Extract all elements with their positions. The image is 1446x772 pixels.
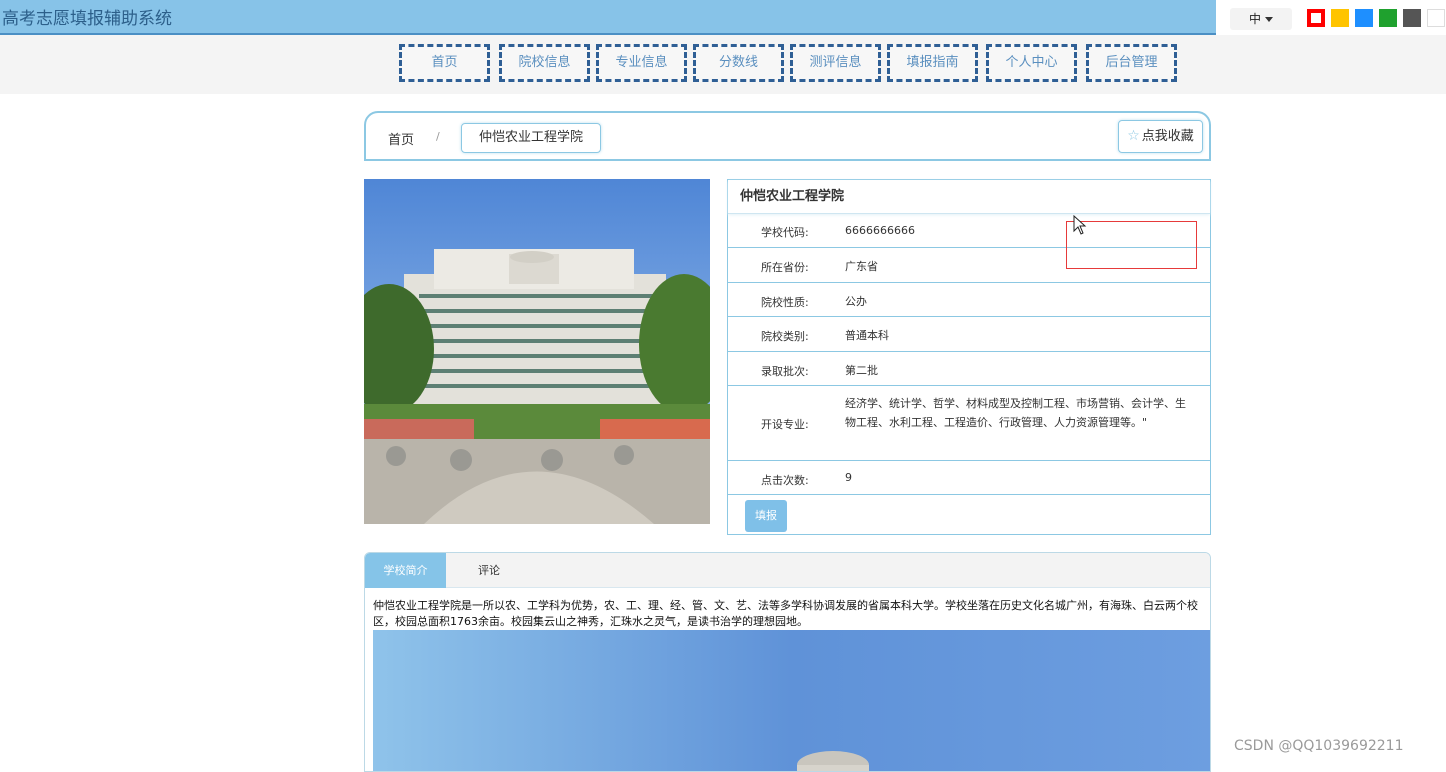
- info-row-batch: 录取批次: 第二批: [728, 352, 1210, 386]
- introduction-photo: [373, 630, 1210, 771]
- school-photo: [364, 179, 710, 524]
- star-icon: ☆: [1127, 128, 1140, 144]
- nav-guide[interactable]: 填报指南: [887, 44, 978, 82]
- info-value: 公办: [845, 295, 867, 308]
- breadcrumb-current: 仲恺农业工程学院: [461, 123, 601, 153]
- nav-admin[interactable]: 后台管理: [1086, 44, 1177, 82]
- header-tools: 中: [1216, 0, 1446, 35]
- info-label: 点击次数:: [761, 474, 809, 487]
- info-row-majors: 开设专业: 经济学、统计学、哲学、材料成型及控制工程、市场营销、会计学、生物工程…: [728, 386, 1210, 461]
- favorite-label: 点我收藏: [1141, 129, 1194, 144]
- main-nav: 首页 院校信息 专业信息 分数线 测评信息 填报指南 个人中心 后台管理: [0, 35, 1446, 94]
- app-header: 高考志愿填报辅助系统: [0, 0, 1216, 35]
- chevron-down-icon: [1265, 17, 1273, 22]
- breadcrumb-separator: /: [436, 130, 440, 143]
- info-label: 院校类别:: [761, 330, 809, 343]
- app-title: 高考志愿填报辅助系统: [2, 9, 172, 29]
- nav-assessment[interactable]: 测评信息: [790, 44, 881, 82]
- nav-score-lines[interactable]: 分数线: [693, 44, 784, 82]
- language-select[interactable]: 中: [1230, 8, 1292, 30]
- school-introduction: 仲恺农业工程学院是一所以农、工学科为优势，农、工、理、经、管、文、艺、法等多学科…: [373, 599, 1198, 628]
- info-row-category: 院校类别: 普通本科: [728, 317, 1210, 352]
- tab-introduction[interactable]: 学校简介: [365, 553, 446, 588]
- info-label: 开设专业:: [761, 418, 809, 431]
- language-label: 中: [1248, 12, 1261, 26]
- info-value: 广东省: [845, 260, 878, 273]
- info-label: 学校代码:: [761, 226, 809, 239]
- theme-swatch-yellow[interactable]: [1331, 9, 1349, 27]
- nav-home[interactable]: 首页: [399, 44, 490, 82]
- info-label: 录取批次:: [761, 365, 809, 378]
- info-value: 经济学、统计学、哲学、材料成型及控制工程、市场营销、会计学、生物工程、水利工程、…: [845, 397, 1186, 429]
- info-label: 所在省份:: [761, 261, 809, 274]
- mouse-cursor-icon: [1073, 214, 1087, 239]
- info-row-clicks: 点击次数: 9: [728, 461, 1210, 495]
- apply-button[interactable]: 填报: [745, 500, 787, 532]
- breadcrumb: 首页 / 仲恺农业工程学院 ☆ 点我收藏: [364, 111, 1211, 161]
- tab-comments[interactable]: 评论: [447, 553, 531, 588]
- school-name: 仲恺农业工程学院: [728, 180, 1210, 214]
- info-label: 院校性质:: [761, 296, 809, 309]
- watermark: CSDN @QQ1039692211: [1234, 738, 1404, 754]
- theme-swatch-white[interactable]: [1427, 9, 1445, 27]
- info-value: 9: [845, 471, 852, 484]
- theme-swatch-blue[interactable]: [1355, 9, 1373, 27]
- info-value: 第二批: [845, 364, 878, 377]
- favorite-button[interactable]: ☆ 点我收藏: [1118, 120, 1203, 153]
- nav-majors[interactable]: 专业信息: [596, 44, 687, 82]
- info-row-nature: 院校性质: 公办: [728, 283, 1210, 317]
- info-value: 普通本科: [845, 329, 889, 342]
- school-tabs: 学校简介 评论 仲恺农业工程学院是一所以农、工学科为优势，农、工、理、经、管、文…: [364, 552, 1211, 772]
- theme-swatch-red[interactable]: [1307, 9, 1325, 27]
- info-actions: 填报: [728, 495, 1210, 537]
- nav-schools[interactable]: 院校信息: [499, 44, 590, 82]
- info-value: 6666666666: [845, 224, 915, 237]
- theme-swatch-green[interactable]: [1379, 9, 1397, 27]
- tab-bar: 学校简介 评论: [365, 553, 1210, 588]
- nav-profile[interactable]: 个人中心: [986, 44, 1077, 82]
- breadcrumb-home[interactable]: 首页: [388, 129, 414, 148]
- theme-swatch-gray[interactable]: [1403, 9, 1421, 27]
